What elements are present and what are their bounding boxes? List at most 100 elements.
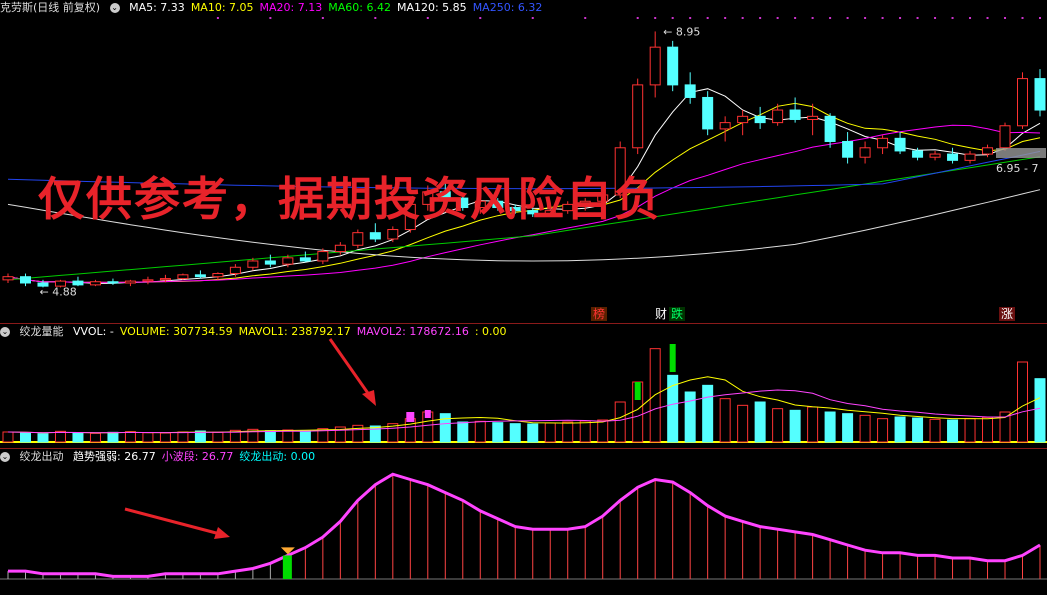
- volume-bar: [492, 422, 504, 443]
- volume-bar: [1034, 378, 1046, 443]
- volume-bar: [807, 406, 819, 443]
- tag-finance[interactable]: 财: [653, 307, 669, 321]
- volume-chart[interactable]: [0, 324, 1047, 448]
- range-label: 6.95 - 7: [996, 162, 1038, 175]
- volume-bar: [124, 431, 136, 443]
- candle-body: [702, 96, 714, 130]
- volume-bar: [702, 384, 714, 443]
- volume-bar: [2, 431, 14, 443]
- volume-bar: [474, 420, 486, 443]
- strength-header: ⌄ 绞龙出动 趋势强弱: 26.77 小波段: 26.77 绞龙出动: 0.00: [0, 449, 327, 465]
- event-dot: [689, 17, 692, 19]
- candle-body: [719, 122, 731, 130]
- volume-bar: [947, 419, 959, 443]
- event-dot: [706, 17, 709, 19]
- candle-body: [964, 153, 976, 161]
- tag-rank[interactable]: 榜: [591, 307, 608, 321]
- volume-bar: [859, 414, 871, 443]
- high-price-label: ← 8.95: [663, 25, 700, 38]
- candle-body: [912, 150, 924, 158]
- main-chart-panel[interactable]: ← 8.95 ← 4.88 6.95 - 7 克劳斯(日线 前复权) ⌄ MA5: …: [0, 0, 1047, 323]
- low-price-label: ← 4.88: [39, 285, 76, 298]
- volume-indicator-1: VOLUME: 307734.59: [119, 325, 233, 338]
- volume-bar: [614, 401, 626, 443]
- volume-bar: [929, 418, 941, 443]
- candle-body: [824, 115, 836, 142]
- volume-indicator-0: VVOL: -: [73, 325, 114, 338]
- volume-bar: [562, 421, 574, 443]
- candle-body: [754, 115, 766, 124]
- settings-circle-icon[interactable]: ⌄: [0, 327, 10, 337]
- strength-panel[interactable]: ⌄ 绞龙出动 趋势强弱: 26.77 小波段: 26.77 绞龙出动: 0.00: [0, 449, 1047, 595]
- strength-indicator-2: 绞龙出动: 0.00: [239, 450, 316, 463]
- annotation-arrow: [328, 338, 374, 400]
- ma-label-0: MA5: 7.33: [129, 1, 185, 14]
- volume-bar: [982, 416, 994, 443]
- candle-body: [387, 229, 399, 240]
- candle-body: [859, 147, 871, 158]
- volume-bar: [877, 418, 889, 443]
- strength-chart[interactable]: [0, 449, 1047, 595]
- candle-body: [229, 266, 241, 275]
- volume-panel[interactable]: ⌄ 绞龙量能 VVOL: - VOLUME: 307734.59 MAVOL1: 2…: [0, 324, 1047, 448]
- candle-body: [194, 274, 206, 278]
- event-dot: [269, 17, 272, 19]
- volume-bar: [264, 430, 276, 443]
- dragon-signal-bar: [282, 555, 292, 579]
- signal-marker: [669, 344, 676, 372]
- event-dot: [374, 17, 377, 19]
- tag-rise[interactable]: 涨: [999, 307, 1016, 321]
- volume-bar: [107, 431, 119, 443]
- volume-bar: [19, 432, 31, 443]
- event-dot: [724, 17, 727, 19]
- candlestick-chart[interactable]: ← 8.95 ← 4.88 6.95 - 7: [0, 0, 1047, 323]
- candle-body: [124, 280, 136, 284]
- candle-body: [142, 279, 154, 282]
- candle-body: [877, 137, 889, 149]
- candle-body: [107, 281, 119, 284]
- event-dot: [216, 17, 219, 19]
- candle-body: [317, 251, 329, 262]
- volume-bar: [457, 421, 469, 443]
- volume-bar: [684, 391, 696, 443]
- volume-bar: [737, 404, 749, 443]
- volume-bar: [177, 431, 189, 443]
- candle-body: [19, 276, 31, 284]
- volume-indicator-4: : 0.00: [474, 325, 507, 338]
- event-dot: [584, 17, 587, 19]
- event-dot: [1021, 17, 1024, 19]
- volume-bar: [964, 418, 976, 443]
- volume-bar: [439, 413, 451, 443]
- signal-marker: [406, 412, 415, 422]
- event-dot: [636, 17, 639, 19]
- candle-body: [369, 232, 381, 240]
- volume-bar: [842, 413, 854, 443]
- candle-body: [842, 140, 854, 158]
- event-dot: [531, 17, 534, 19]
- tag-fall[interactable]: 跌: [669, 307, 686, 321]
- annotation-arrowhead: [214, 527, 230, 539]
- volume-bar: [509, 423, 521, 443]
- ma-label-3: MA60: 6.42: [328, 1, 391, 14]
- annotation-arrowhead: [362, 390, 376, 406]
- settings-circle-icon[interactable]: ⌄: [109, 3, 120, 13]
- candle-body: [649, 46, 661, 86]
- event-dot: [829, 17, 832, 19]
- settings-circle-icon[interactable]: ⌄: [0, 452, 10, 462]
- volume-bar: [89, 432, 101, 443]
- volume-bar: [894, 416, 906, 443]
- range-box: [996, 148, 1046, 158]
- volume-bar: [824, 411, 836, 443]
- candle-body: [352, 232, 364, 246]
- volume-legend: VVOL: - VOLUME: 307734.59 MAVOL1: 238792.1…: [73, 325, 513, 338]
- event-dot: [479, 17, 482, 19]
- candle-body: [334, 244, 346, 253]
- event-dot: [969, 17, 972, 19]
- candle-body: [212, 273, 224, 278]
- candle-body: [789, 109, 801, 120]
- volume-bar: [299, 430, 311, 443]
- candle-body: [894, 137, 906, 152]
- event-dot: [986, 17, 989, 19]
- strength-indicator-0: 趋势强弱: 26.77: [73, 450, 156, 463]
- volume-header: ⌄ 绞龙量能 VVOL: - VOLUME: 307734.59 MAVOL1: 2…: [0, 324, 519, 340]
